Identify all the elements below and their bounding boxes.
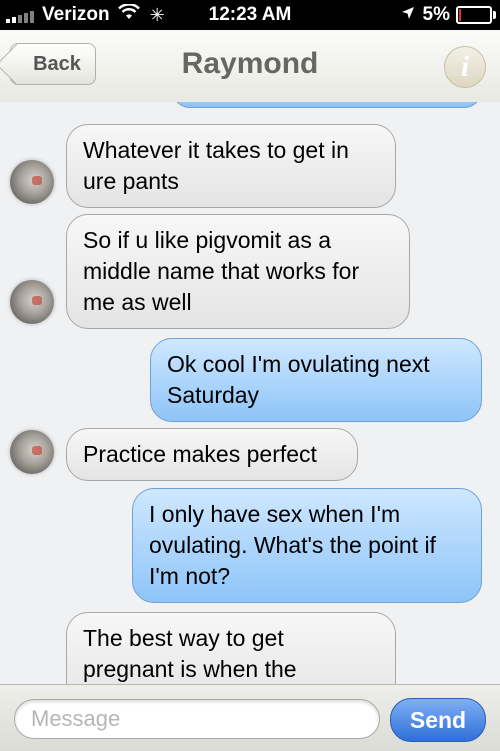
message-bubble-incoming: So if u like pigvomit as a middle name t…	[66, 214, 410, 329]
contact-avatar	[10, 280, 54, 324]
message-text: The best way to get pregnant is when the	[83, 625, 297, 682]
info-button[interactable]: i	[444, 46, 486, 88]
message-bubble-incoming: Practice makes perfect	[66, 428, 358, 481]
message-text: Ok cool I'm ovulating next Saturday	[167, 351, 430, 408]
message-text: So if u like pigvomit as a middle name t…	[83, 227, 360, 315]
battery-fill	[459, 9, 461, 21]
message-text: I only have sex when I'm ovulating. What…	[149, 501, 436, 589]
message-text: Practice makes perfect	[83, 441, 317, 467]
battery-percent: 5%	[422, 4, 450, 25]
message-text: Whatever it takes to get in ure pants	[83, 137, 349, 194]
battery-icon	[456, 6, 496, 24]
message-bubble-incoming: The best way to get pregnant is when the	[66, 612, 396, 684]
status-right: 5%	[401, 4, 496, 26]
message-bubble-outgoing: I only have sex when I'm ovulating. What…	[132, 488, 482, 603]
nav-bar: Back Raymond i	[0, 30, 500, 103]
status-bar: Verizon ✳ 12:23 AM 5%	[0, 0, 500, 30]
contact-avatar	[10, 430, 54, 474]
message-input[interactable]	[14, 699, 380, 739]
location-arrow-icon	[401, 4, 415, 26]
send-button[interactable]: Send	[390, 698, 486, 742]
contact-name-title: Raymond	[181, 47, 319, 80]
message-bubble-outgoing: Ok cool I'm ovulating next Saturday	[150, 338, 482, 422]
message-bubble-incoming: Whatever it takes to get in ure pants	[66, 124, 396, 208]
message-bubble-partial	[172, 102, 482, 108]
contact-avatar	[10, 160, 54, 204]
composer-bar: Send	[0, 684, 500, 751]
conversation-view[interactable]: Whatever it takes to get in ure pants So…	[0, 102, 500, 684]
